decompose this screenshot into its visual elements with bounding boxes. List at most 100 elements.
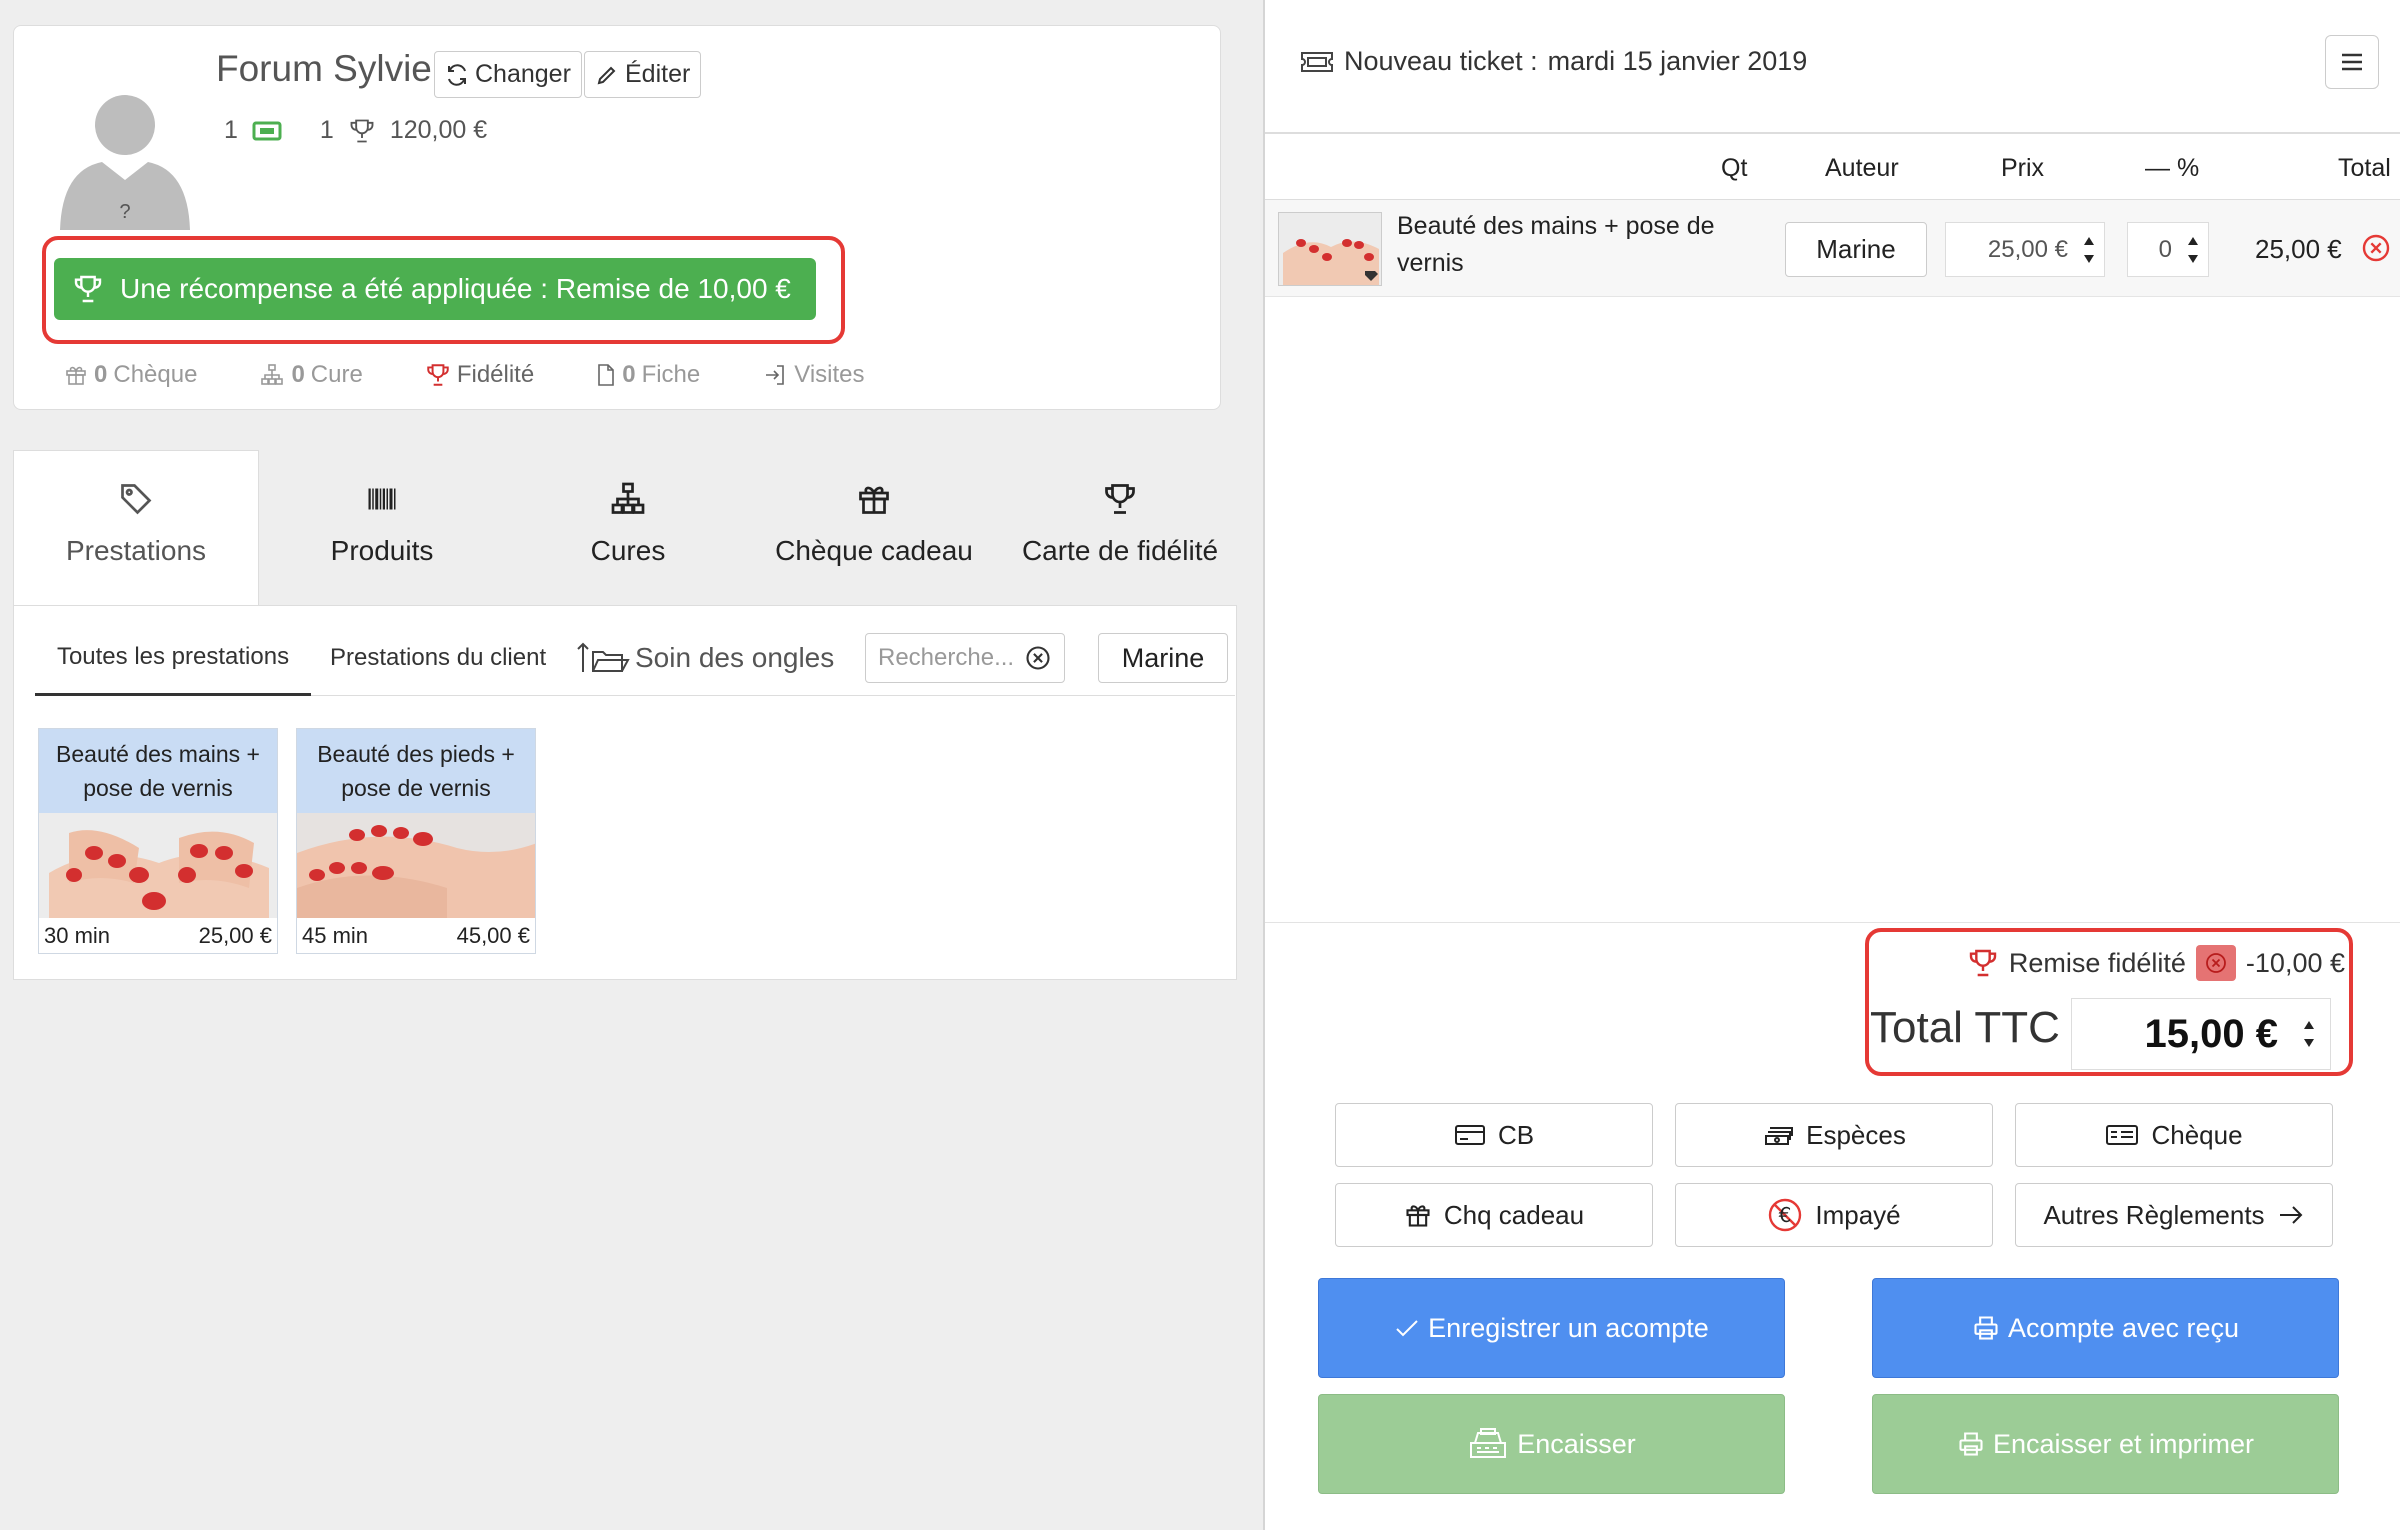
staff-filter-button[interactable]: Marine (1098, 633, 1228, 683)
checkout-button[interactable]: Encaisser (1318, 1394, 1785, 1494)
column-prix: Prix (2001, 154, 2045, 182)
tickets-count: 1 (224, 116, 238, 144)
remove-discount-button[interactable] (2195, 945, 2236, 981)
client-name: Forum Sylvie (216, 48, 432, 89)
edit-client-label: Éditer (625, 60, 691, 88)
pay-cb-button[interactable]: CB (1335, 1103, 1653, 1167)
save-deposit-label: Enregistrer un acompte (1428, 1312, 1709, 1343)
sort-folder-button[interactable] (575, 620, 631, 696)
service-title: Beauté des pieds + pose de vernis (297, 729, 535, 813)
pay-cb-label: CB (1497, 1119, 1535, 1150)
refresh-icon (448, 63, 466, 86)
pay-cheque-button[interactable]: Chèque (2015, 1103, 2333, 1167)
sort-folder-icon (577, 642, 630, 672)
pay-autres-button[interactable]: Autres Règlements (2015, 1183, 2333, 1247)
ticket-column-header: Qt Auteur Prix — % Total (1265, 132, 2400, 200)
tab-label: Chèque cadeau (775, 535, 973, 566)
fiche-count: 0 (622, 361, 636, 388)
line-discount-input[interactable]: 0 (2127, 222, 2209, 277)
pay-chq-cadeau-label: Chq cadeau (1443, 1199, 1585, 1230)
cheque-icon (2106, 1125, 2139, 1145)
total-ttc-value: 15,00 € (2144, 1011, 2278, 1056)
pencil-icon (597, 66, 616, 84)
totals-separator (1265, 922, 2400, 923)
pay-chq-cadeau-button[interactable]: Chq cadeau (1335, 1183, 1653, 1247)
client-amount: 120,00 € (389, 116, 488, 144)
pay-especes-button[interactable]: Espèces (1675, 1103, 1993, 1167)
tab-label: Produits (330, 535, 434, 566)
fiche-label: Fiche (641, 361, 701, 388)
client-tab-fiche[interactable]: 0 Fiche (596, 361, 700, 389)
stepper-icon[interactable] (2082, 231, 2096, 269)
pay-autres-label: Autres Règlements (2043, 1199, 2265, 1230)
client-tab-cure[interactable]: 0 Cure (259, 361, 363, 389)
remove-line-icon[interactable] (2360, 232, 2392, 264)
service-duration: 45 min (302, 923, 369, 948)
barcode-icon (368, 488, 396, 510)
change-client-label: Changer (475, 60, 571, 88)
service-title: Beauté des mains + pose de vernis (39, 729, 277, 813)
reward-banner-text: Une récompense a été appliquée : Remise … (120, 273, 791, 304)
ticket-pane: Nouveau ticket : mardi 15 janvier 2019 Q… (1265, 0, 2400, 1530)
left-pane: ? Forum Sylvie Changer Éditer 1 1 120,00… (0, 0, 1263, 1530)
change-client-button[interactable]: Changer (434, 51, 582, 98)
client-tab-cheque[interactable]: 0 Chèque (64, 361, 197, 389)
deposit-receipt-button[interactable]: Acompte avec reçu (1872, 1278, 2339, 1378)
search-input[interactable]: Recherche... (865, 633, 1065, 683)
trophy-icon (427, 364, 449, 386)
client-tab-fidelite[interactable]: Fidélité (425, 361, 534, 389)
service-footer: 45 min 45,00 € (297, 918, 535, 954)
service-card[interactable]: Beauté des pieds + pose de vernis 45 min… (296, 728, 536, 954)
tab-prestations[interactable]: Prestations (13, 450, 259, 605)
line-price-input[interactable]: 25,00 € (1945, 222, 2105, 277)
file-icon (598, 364, 615, 386)
tab-carte-fidelite[interactable]: Carte de fidélité (997, 450, 1243, 605)
loyalty-discount-row: Remise fidélité -10,00 € (1945, 945, 2345, 981)
cure-label: Cure (310, 361, 363, 388)
service-price: 25,00 € (198, 923, 272, 948)
checkout-print-button[interactable]: Encaisser et imprimer (1872, 1394, 2339, 1494)
client-tabs: 0 Chèque 0 Cure Fidélité 0 Fiche Visites (64, 361, 865, 389)
printer-icon (1959, 1432, 1983, 1456)
pay-especes-label: Espèces (1806, 1119, 1906, 1150)
tab-cures[interactable]: Cures (505, 450, 751, 605)
service-card[interactable]: Beauté des mains + pose de vernis 30 min… (38, 728, 278, 954)
subtab-client-services[interactable]: Prestations du client (330, 620, 546, 696)
no-euro-icon: € (1769, 1198, 1802, 1232)
ticket-date: mardi 15 janvier 2019 (1547, 46, 1808, 76)
save-deposit-button[interactable]: Enregistrer un acompte (1318, 1278, 1785, 1378)
folder-name: Soin des ongles (635, 642, 835, 673)
sign-in-icon (766, 365, 785, 385)
tab-produits[interactable]: Produits (259, 450, 505, 605)
pay-impaye-button[interactable]: € Impayé (1675, 1183, 1993, 1247)
cash-register-icon (1470, 1428, 1507, 1458)
total-ttc-input[interactable]: 15,00 € (2071, 998, 2331, 1070)
avatar-badge: ? (119, 201, 130, 223)
line-service-name: Beauté des mains + pose de vernis (1397, 212, 1715, 277)
gift-icon (859, 486, 889, 514)
trophy-icon (1969, 949, 1997, 977)
search-placeholder: Recherche... (878, 644, 1015, 671)
checkout-label: Encaisser (1517, 1428, 1636, 1459)
edit-client-button[interactable]: Éditer (584, 51, 702, 98)
subtab-all-services[interactable]: Toutes les prestations (35, 620, 311, 696)
ticket-title: Nouveau ticket : mardi 15 janvier 2019 (1300, 46, 1807, 77)
stepper-icon[interactable] (2186, 231, 2200, 269)
line-author-button[interactable]: Marine (1785, 222, 1927, 277)
line-total: 25,00 € (2255, 234, 2342, 264)
fidelite-label: Fidélité (456, 361, 535, 388)
loyalty-discount-value: -10,00 € (2245, 947, 2345, 978)
gift-icon (66, 366, 86, 385)
clear-search-icon[interactable] (1024, 644, 1052, 672)
service-footer: 30 min 25,00 € (39, 918, 277, 954)
client-tab-visites[interactable]: Visites (762, 361, 865, 389)
tab-cheque-cadeau[interactable]: Chèque cadeau (751, 450, 997, 605)
menu-button[interactable] (2325, 35, 2379, 89)
service-image-feet (297, 813, 535, 918)
client-stats: 1 1 120,00 € (224, 116, 487, 145)
stepper-icon[interactable] (2302, 1015, 2316, 1053)
total-ttc-label: Total TTC (1870, 1003, 2060, 1052)
pay-cheque-label: Chèque (2151, 1119, 2243, 1150)
ticket-line: Beauté des mains + pose de vernis Marine… (1265, 200, 2400, 297)
cure-count: 0 (291, 361, 305, 388)
